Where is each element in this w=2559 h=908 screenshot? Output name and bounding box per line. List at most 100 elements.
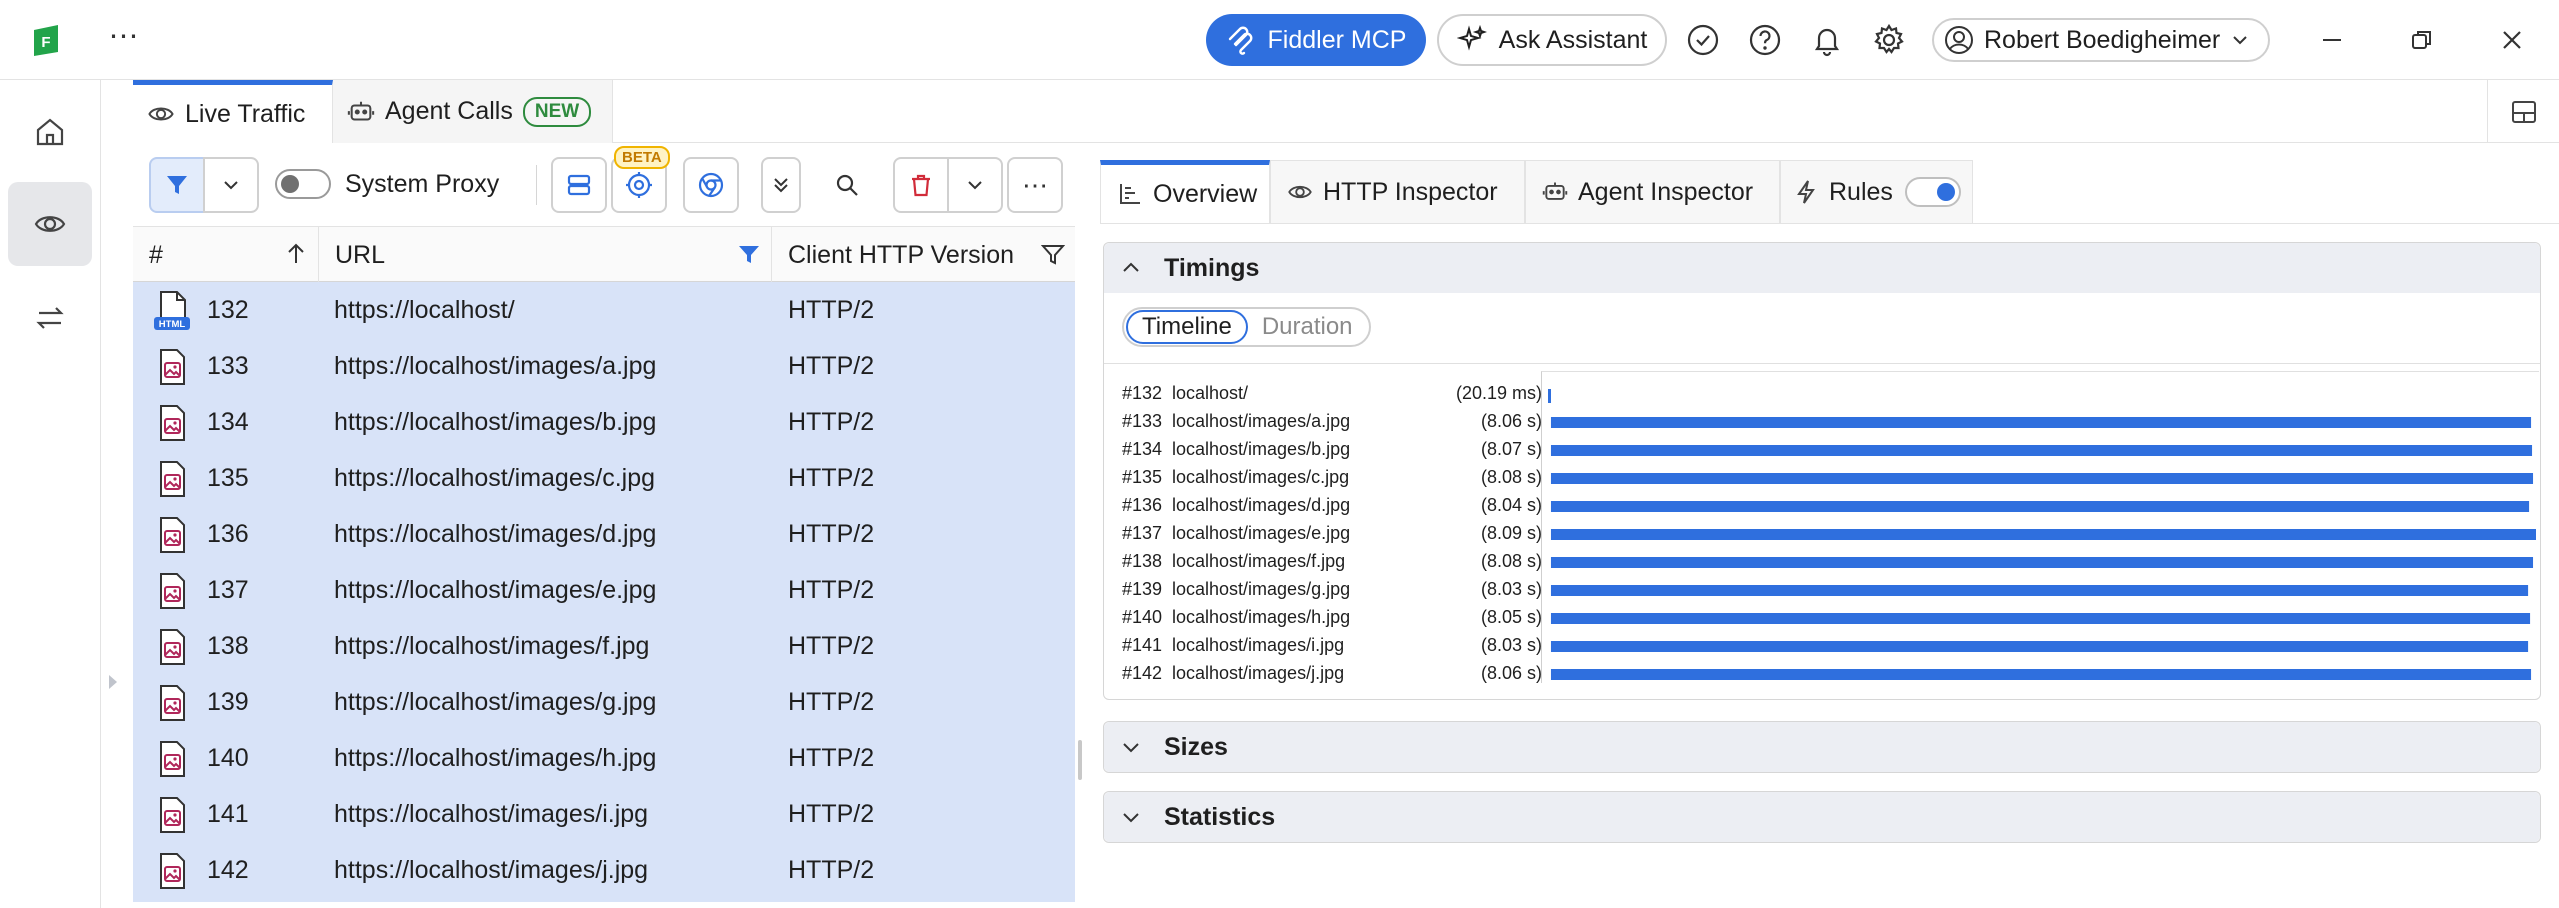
image-file-icon xyxy=(160,797,185,833)
timeline-entry[interactable]: #136 localhost/images/d.jpg (8.04 s) xyxy=(1122,491,1542,519)
restore-icon[interactable] xyxy=(2402,20,2442,60)
sizes-section-header[interactable]: Sizes xyxy=(1104,722,2540,772)
sparkle-icon xyxy=(1456,25,1487,51)
timeline-entry-name: localhost/ xyxy=(1172,383,1249,403)
html-file-badge: HTML xyxy=(159,319,186,330)
timeline-entry[interactable]: #137 localhost/images/e.jpg (8.09 s) xyxy=(1122,519,1542,547)
filter-active-icon[interactable] xyxy=(737,241,761,267)
timeline-entry-duration: (20.19 ms) xyxy=(1455,383,1542,403)
home-nav[interactable] xyxy=(8,90,92,174)
sort-ascending-icon[interactable] xyxy=(284,241,308,267)
timeline-bar[interactable] xyxy=(1550,501,2530,512)
compose-nav[interactable] xyxy=(8,276,92,360)
timeline-bar[interactable] xyxy=(1550,557,2534,568)
check-circle-icon[interactable] xyxy=(1683,20,1723,60)
timeline-entry[interactable]: #142 localhost/images/j.jpg (8.06 s) xyxy=(1122,659,1542,687)
timeline-bar[interactable] xyxy=(1550,445,2533,456)
timeline-bar[interactable] xyxy=(1550,641,2529,652)
timeline-bar[interactable] xyxy=(1550,417,2532,428)
timeline-entry-id: #138 xyxy=(1122,551,1163,571)
timeline-entry[interactable]: #133 localhost/images/a.jpg (8.06 s) xyxy=(1122,407,1542,435)
table-row[interactable]: 138 https://localhost/images/f.jpg HTTP/2 xyxy=(133,618,1075,674)
system-proxy-toggle[interactable] xyxy=(275,169,331,199)
timeline-bar[interactable] xyxy=(1550,613,2531,624)
timeline-bar[interactable] xyxy=(1550,529,2536,540)
timeline-bar[interactable] xyxy=(1548,389,1551,403)
row-url: https://localhost/images/h.jpg xyxy=(334,744,657,772)
help-icon[interactable] xyxy=(1745,20,1785,60)
timeline-entry[interactable]: #141 localhost/images/i.jpg (8.03 s) xyxy=(1122,631,1542,659)
tab-rules[interactable]: Rules xyxy=(1780,160,1973,223)
traffic-nav[interactable] xyxy=(8,182,92,266)
tab-overview[interactable]: Overview xyxy=(1100,160,1270,223)
delete-button[interactable] xyxy=(893,157,949,213)
sizes-title: Sizes xyxy=(1164,732,1228,761)
layout-toggle-button[interactable] xyxy=(2487,80,2559,143)
filter-button[interactable] xyxy=(149,157,205,213)
tab-live-traffic[interactable]: Live Traffic xyxy=(133,80,333,143)
table-row[interactable]: 142 https://localhost/images/j.jpg HTTP/2 xyxy=(133,842,1075,898)
delete-dropdown-button[interactable] xyxy=(947,157,1003,213)
timeline-entry[interactable]: #139 localhost/images/g.jpg (8.03 s) xyxy=(1122,575,1542,603)
column-header-number-label: # xyxy=(149,240,163,269)
minimize-icon[interactable] xyxy=(2312,20,2352,60)
table-row[interactable]: HTML 132 https://localhost/HTTP/2 xyxy=(133,282,1075,338)
timeline-entry[interactable]: #134 localhost/images/b.jpg (8.07 s) xyxy=(1122,435,1542,463)
column-header-number[interactable]: # xyxy=(133,227,319,283)
row-http-version: HTTP/2 xyxy=(788,520,875,548)
statistics-section-header[interactable]: Statistics xyxy=(1104,792,2540,842)
timeline-entry-name: localhost/images/g.jpg xyxy=(1172,579,1351,599)
sessions-layout-button[interactable] xyxy=(551,157,607,213)
more-actions-button[interactable]: ⋯ xyxy=(1007,157,1063,213)
user-menu[interactable]: Robert Boedigheimer xyxy=(1932,18,2270,62)
filter-icon[interactable] xyxy=(1041,241,1065,267)
browser-icon xyxy=(698,172,724,198)
scroll-to-end-button[interactable] xyxy=(761,157,801,213)
chevron-down-icon xyxy=(1123,743,1139,753)
row-url: https://localhost/images/a.jpg xyxy=(334,352,657,380)
table-row[interactable]: 140 https://localhost/images/h.jpg HTTP/2 xyxy=(133,730,1075,786)
timeline-entry[interactable]: #138 localhost/images/f.jpg (8.08 s) xyxy=(1122,547,1542,575)
fiddler-mcp-button[interactable]: Fiddler MCP xyxy=(1206,14,1426,66)
row-number: 133 xyxy=(207,352,249,380)
bell-icon[interactable] xyxy=(1807,20,1847,60)
browser-capture-button[interactable] xyxy=(683,157,739,213)
table-row[interactable]: 136 https://localhost/images/d.jpg HTTP/2 xyxy=(133,506,1075,562)
more-menu-icon[interactable]: ⋯ xyxy=(104,20,144,60)
title-bar: F ⋯ Fiddler MCP Ask Assistant Robert Boe… xyxy=(0,0,2559,80)
ask-assistant-button[interactable]: Ask Assistant xyxy=(1437,14,1667,66)
tab-http-inspector[interactable]: HTTP Inspector xyxy=(1270,160,1525,223)
search-button[interactable] xyxy=(819,157,875,213)
column-header-http-version[interactable]: Client HTTP Version xyxy=(772,227,1075,283)
timings-section-header[interactable]: Timings xyxy=(1104,243,2540,293)
chevron-down-icon xyxy=(224,181,238,190)
image-file-icon xyxy=(160,853,185,889)
rules-toggle[interactable] xyxy=(1904,177,1961,207)
more-horizontal-icon: ⋯ xyxy=(1022,170,1048,200)
column-header-url[interactable]: URL xyxy=(319,227,772,283)
segment-timeline[interactable]: Timeline xyxy=(1126,310,1248,344)
table-row[interactable]: 134 https://localhost/images/b.jpg HTTP/2 xyxy=(133,394,1075,450)
table-row[interactable]: 133 https://localhost/images/a.jpg HTTP/2 xyxy=(133,338,1075,394)
timeline-entry[interactable]: #135 localhost/images/c.jpg (8.08 s) xyxy=(1122,463,1542,491)
table-row[interactable]: 135 https://localhost/images/c.jpg HTTP/2 xyxy=(133,450,1075,506)
new-badge: NEW xyxy=(522,96,592,127)
panel-splitter[interactable] xyxy=(1078,740,1082,780)
timeline-bar[interactable] xyxy=(1550,473,2534,484)
timeline-entry[interactable]: #140 localhost/images/h.jpg (8.05 s) xyxy=(1122,603,1542,631)
chevron-down-icon xyxy=(1123,813,1139,823)
table-row[interactable]: 139 https://localhost/images/g.jpg HTTP/2 xyxy=(133,674,1075,730)
filter-dropdown-button[interactable] xyxy=(203,157,259,213)
close-icon[interactable] xyxy=(2492,20,2532,60)
gear-icon[interactable] xyxy=(1869,20,1909,60)
timeline-entry[interactable]: #132 localhost/ (20.19 ms) xyxy=(1122,379,1542,407)
avatar-icon xyxy=(1945,26,1973,54)
tab-agent-inspector[interactable]: Agent Inspector xyxy=(1525,160,1780,223)
timeline-bar[interactable] xyxy=(1550,585,2529,596)
table-row[interactable]: 141 https://localhost/images/i.jpg HTTP/2 xyxy=(133,786,1075,842)
expand-panel-icon[interactable] xyxy=(106,672,120,692)
segment-duration[interactable]: Duration xyxy=(1248,310,1367,344)
table-row[interactable]: 137 https://localhost/images/e.jpg HTTP/2 xyxy=(133,562,1075,618)
tab-agent-calls[interactable]: Agent Calls NEW xyxy=(333,80,613,143)
timeline-bar[interactable] xyxy=(1550,669,2532,680)
